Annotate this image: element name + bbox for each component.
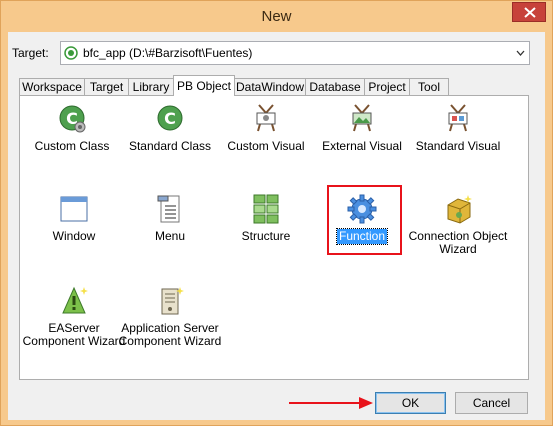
item-connection-object-wizard[interactable]: Connection Object Wizard [403, 193, 513, 257]
target-dropdown[interactable]: bfc_app (D:\#Barzisoft\Fuentes) [60, 41, 530, 65]
connection-wizard-icon [447, 195, 472, 224]
tab-library[interactable]: Library [128, 78, 174, 96]
external-visual-icon [352, 104, 372, 132]
custom-class-icon: C [59, 105, 86, 133]
standard-class-icon: C [157, 105, 183, 131]
item-custom-visual[interactable]: Custom Visual [211, 103, 321, 154]
tab-project[interactable]: Project [364, 78, 410, 96]
structure-icon [253, 194, 279, 224]
item-window[interactable]: Window [19, 193, 129, 244]
tab-pb-object[interactable]: PB Object [173, 75, 235, 96]
target-label: Target: [12, 46, 49, 60]
item-label: Custom Visual [227, 139, 305, 153]
standard-visual-icon [448, 104, 468, 132]
item-label: Menu [154, 229, 186, 243]
svg-text:C: C [164, 109, 176, 128]
item-easerver-component-wizard[interactable]: EAServer Component Wizard [19, 285, 129, 349]
target-icon [64, 46, 78, 60]
item-label: Custom Class [34, 139, 110, 153]
easerver-wizard-icon [62, 286, 88, 314]
menu-icon [157, 195, 180, 223]
item-custom-class[interactable]: C Custom Class [17, 103, 127, 154]
item-label: Application Server Component Wizard [118, 321, 222, 348]
item-standard-visual[interactable]: Standard Visual [403, 103, 513, 154]
window-title: New [261, 8, 292, 25]
appserver-wizard-icon [161, 287, 184, 315]
tab-database[interactable]: Database [305, 78, 365, 96]
item-application-server-component-wizard[interactable]: Application Server Component Wizard [115, 285, 225, 349]
item-label: External Visual [322, 139, 402, 153]
cancel-button[interactable]: Cancel [455, 392, 528, 414]
pointer-arrow-icon [289, 397, 373, 409]
tab-tool[interactable]: Tool [409, 78, 449, 96]
tab-datawindow[interactable]: DataWindow [234, 78, 306, 96]
item-label: Standard Visual [415, 139, 501, 153]
item-structure[interactable]: Structure [211, 193, 321, 244]
item-label: Standard Class [128, 139, 212, 153]
ok-button[interactable]: OK [375, 392, 446, 414]
custom-visual-icon [256, 104, 276, 132]
tab-target[interactable]: Target [84, 78, 129, 96]
item-standard-class[interactable]: C Standard Class [115, 103, 225, 154]
item-label: Window [52, 229, 96, 243]
chevron-down-icon [516, 50, 525, 56]
item-label: Structure [241, 229, 291, 243]
window-icon [60, 196, 88, 222]
title-bar[interactable]: New [1, 1, 552, 32]
item-label: Connection Object Wizard [408, 229, 508, 256]
item-external-visual[interactable]: External Visual [307, 103, 417, 154]
close-button[interactable] [512, 2, 546, 22]
target-value: bfc_app (D:\#Barzisoft\Fuentes) [83, 46, 253, 60]
close-icon [524, 7, 536, 18]
function-highlight-annotation [327, 185, 402, 255]
item-menu[interactable]: Menu [115, 193, 225, 244]
item-label: EAServer Component Wizard [22, 321, 126, 348]
tab-workspace[interactable]: Workspace [19, 78, 85, 96]
